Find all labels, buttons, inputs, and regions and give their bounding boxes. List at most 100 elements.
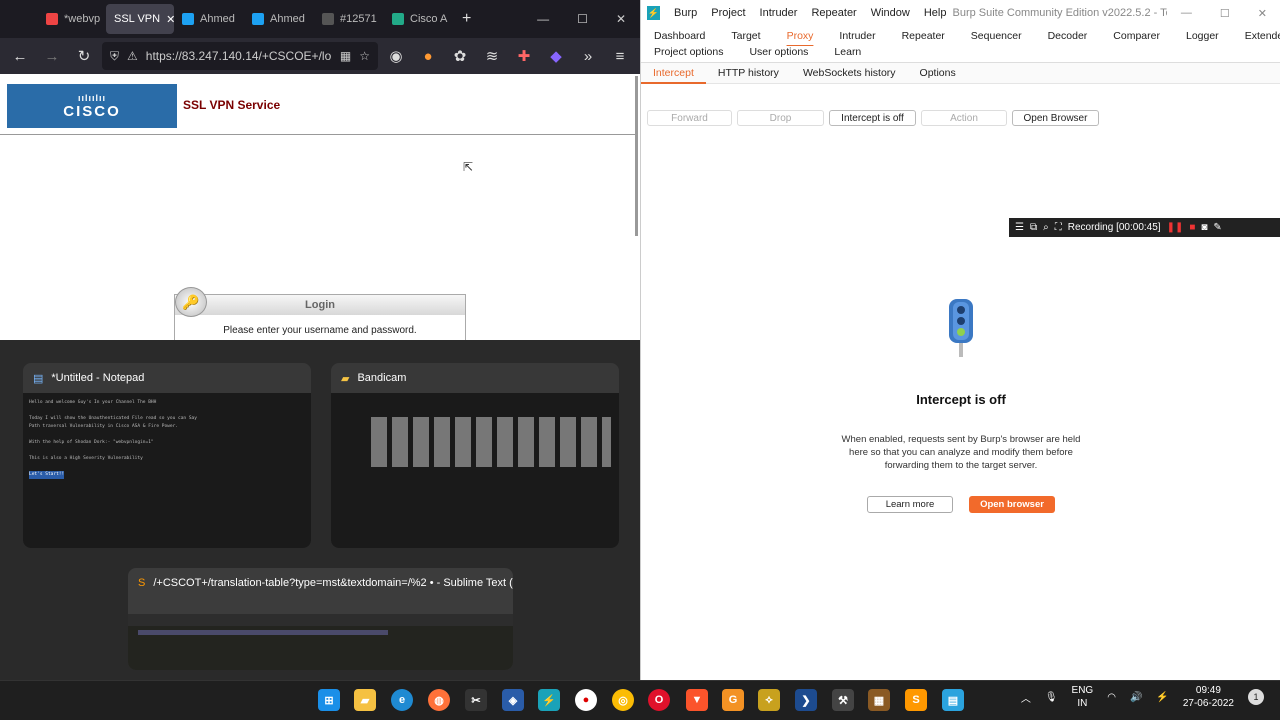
brave-icon[interactable]: ▼ xyxy=(686,689,708,711)
addon-icon[interactable]: ✚ xyxy=(510,42,538,70)
volume-icon[interactable]: 🔊 xyxy=(1130,692,1142,703)
warning-lock-icon[interactable]: ⚠ xyxy=(127,49,138,63)
intercept-toggle-button[interactable]: Intercept is off xyxy=(829,110,916,126)
app-orange-icon[interactable]: G xyxy=(722,689,744,711)
menu-repeater[interactable]: Repeater xyxy=(811,7,856,19)
scrollbar[interactable] xyxy=(635,76,638,236)
minimize-icon[interactable]: — xyxy=(1181,7,1192,20)
tab-comparer[interactable]: Comparer xyxy=(1100,30,1173,42)
subtab-http-history[interactable]: HTTP history xyxy=(706,67,791,79)
purple-extension-icon[interactable]: ◆ xyxy=(542,42,570,70)
menu-icon[interactable]: ≡ xyxy=(606,42,634,70)
back-icon[interactable]: ← xyxy=(6,42,34,70)
notepad-taskbar-icon[interactable]: ▤ xyxy=(942,689,964,711)
open-browser-cta[interactable]: Open browser xyxy=(969,496,1055,513)
menu-intruder[interactable]: Intruder xyxy=(760,7,798,19)
region-icon[interactable]: ⛶ xyxy=(1055,222,1062,233)
window-icon[interactable]: ⧉ xyxy=(1030,222,1037,233)
microphone-icon[interactable]: 🎙 xyxy=(1045,692,1058,703)
pencil-icon[interactable]: ✎ xyxy=(1213,222,1221,233)
tab-ssl-vpn[interactable]: SSL VPN ✕ xyxy=(106,4,174,34)
grid-icon[interactable]: ▦ xyxy=(340,49,351,63)
tab-cisco[interactable]: Cisco A xyxy=(384,4,454,34)
powershell-icon[interactable]: ❯ xyxy=(795,689,817,711)
drop-button[interactable]: Drop xyxy=(737,110,824,126)
sublime-taskbar-icon[interactable]: S xyxy=(905,689,927,711)
network-tool-icon[interactable]: ⟡ xyxy=(758,689,780,711)
menu-window[interactable]: Window xyxy=(871,7,910,19)
edge-icon[interactable]: e xyxy=(391,689,413,711)
tab-ahmed-2[interactable]: Ahmed xyxy=(244,4,314,34)
stop-icon[interactable]: ■ xyxy=(1189,222,1195,233)
subtab-options[interactable]: Options xyxy=(908,67,968,79)
forward-icon[interactable]: → xyxy=(38,42,66,70)
switcher-notepad[interactable]: ▤ *Untitled - Notepad Hello and welcome G… xyxy=(23,363,311,548)
forward-button[interactable]: Forward xyxy=(647,110,732,126)
close-window-icon[interactable]: ✕ xyxy=(1258,7,1267,20)
camera-icon[interactable]: ◙ xyxy=(1201,222,1207,233)
tab-sequencer[interactable]: Sequencer xyxy=(958,30,1035,42)
tab-label: Cisco A xyxy=(410,13,448,25)
dosbox-icon[interactable]: ▦ xyxy=(868,689,890,711)
tab-ahmed-1[interactable]: Ahmed xyxy=(174,4,244,34)
start-icon[interactable]: ⊞ xyxy=(318,689,340,711)
tab-webvp[interactable]: *webvp xyxy=(38,4,106,34)
url-bar[interactable]: ⛨ ⚠ https://83.247.140.14/+CSCOE+/lo ▦ ☆ xyxy=(102,42,378,70)
close-icon[interactable]: ✕ xyxy=(166,13,174,26)
switcher-sublime[interactable]: S /+CSCOT+/translation-table?type=mst&tex… xyxy=(128,568,513,670)
burp-taskbar-icon[interactable]: ⚡ xyxy=(538,689,560,711)
chrome-icon[interactable]: ◎ xyxy=(612,689,634,711)
tray-chevron-icon[interactable]: ︿ xyxy=(1021,690,1031,705)
maximize-icon[interactable]: ☐ xyxy=(1220,7,1230,20)
zoom-icon[interactable]: ⌕ xyxy=(1043,222,1049,233)
maximize-icon[interactable]: ☐ xyxy=(577,12,588,26)
wifi-icon[interactable]: ◠ xyxy=(1107,692,1116,703)
menu-lines-icon[interactable]: ☰ xyxy=(1015,222,1024,233)
tab-dashboard[interactable]: Dashboard xyxy=(641,30,718,42)
extension-icon[interactable]: ≋ xyxy=(478,42,506,70)
tab-repeater[interactable]: Repeater xyxy=(889,30,958,42)
tab-target[interactable]: Target xyxy=(718,30,773,42)
reload-icon[interactable]: ↻ xyxy=(70,42,98,70)
open-browser-button[interactable]: Open Browser xyxy=(1012,110,1099,126)
user-app-icon[interactable]: ◈ xyxy=(502,689,524,711)
tab-extender[interactable]: Extender xyxy=(1232,30,1280,42)
tab-intruder[interactable]: Intruder xyxy=(826,30,888,42)
file-explorer-icon[interactable]: ▰ xyxy=(354,689,376,711)
shield-icon[interactable]: ⛨ xyxy=(110,49,119,64)
firefox-icon[interactable]: ◍ xyxy=(428,689,450,711)
minimize-icon[interactable]: — xyxy=(537,12,549,26)
new-tab-button[interactable]: + xyxy=(454,4,479,34)
tool-icon[interactable]: ⚒ xyxy=(832,689,854,711)
subtab-websockets-history[interactable]: WebSockets history xyxy=(791,67,908,79)
record-icon[interactable]: ● xyxy=(575,689,597,711)
switcher-bandicam[interactable]: ▰ Bandicam xyxy=(331,363,619,548)
language-indicator[interactable]: ENG IN xyxy=(1072,684,1094,710)
tab-user-options[interactable]: User options xyxy=(736,46,821,62)
tab-decoder[interactable]: Decoder xyxy=(1035,30,1101,42)
url-text[interactable]: https://83.247.140.14/+CSCOE+/lo xyxy=(146,49,331,63)
tab-logger[interactable]: Logger xyxy=(1173,30,1232,42)
pocket-icon[interactable]: ◉ xyxy=(382,42,410,70)
cookie-icon[interactable]: ✿ xyxy=(446,42,474,70)
subtab-intercept[interactable]: Intercept xyxy=(641,63,706,84)
tab-12571[interactable]: #12571 xyxy=(314,4,384,34)
tab-proxy[interactable]: Proxy xyxy=(774,30,827,42)
notification-badge[interactable]: 1 xyxy=(1248,689,1264,705)
battery-icon[interactable]: ⚡ xyxy=(1156,692,1168,703)
menu-burp[interactable]: Burp xyxy=(674,7,697,19)
opera-icon[interactable]: O xyxy=(648,689,670,711)
overflow-icon[interactable]: » xyxy=(574,42,602,70)
snipping-icon[interactable]: ✂ xyxy=(465,689,487,711)
clock[interactable]: 09:49 27-06-2022 xyxy=(1183,684,1234,710)
tab-learn[interactable]: Learn xyxy=(821,46,874,62)
pause-icon[interactable]: ❚❚ xyxy=(1167,222,1184,233)
burp-extension-icon[interactable]: ● xyxy=(414,42,442,70)
action-button[interactable]: Action xyxy=(921,110,1007,126)
menu-project[interactable]: Project xyxy=(711,7,745,19)
menu-help[interactable]: Help xyxy=(924,7,947,19)
learn-more-button[interactable]: Learn more xyxy=(867,496,953,513)
tab-project-options[interactable]: Project options xyxy=(641,46,736,62)
close-window-icon[interactable]: ✕ xyxy=(616,12,626,26)
bookmark-star-icon[interactable]: ☆ xyxy=(359,49,370,63)
